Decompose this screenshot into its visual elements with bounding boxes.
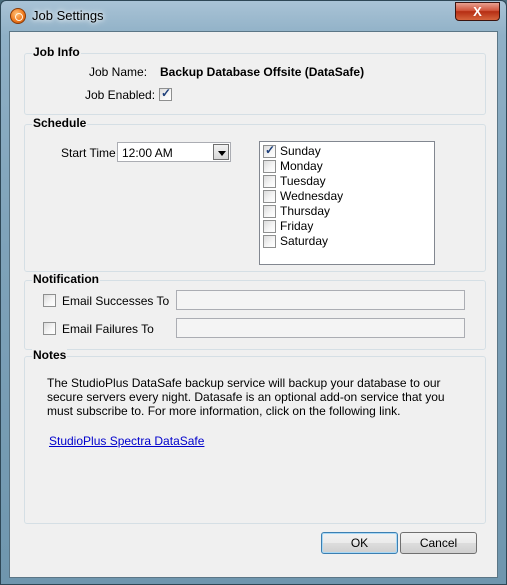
email-successes-label: Email Successes To	[62, 294, 170, 308]
notes-title: Notes	[32, 348, 68, 362]
day-label-saturday: Saturday	[280, 234, 329, 248]
day-item-saturday[interactable]: Saturday	[263, 234, 431, 249]
email-successes-checkbox[interactable]	[43, 294, 56, 307]
day-item-thursday[interactable]: Thursday	[263, 204, 431, 219]
job-info-title: Job Info	[32, 45, 81, 59]
day-label-friday: Friday	[280, 219, 314, 233]
day-label-sunday: Sunday	[280, 144, 321, 158]
email-failures-field[interactable]	[176, 318, 465, 338]
job-name-label: Job Name:	[89, 65, 148, 79]
days-checklist[interactable]: Sunday Monday Tuesday Wednesday Thursday	[259, 141, 435, 265]
job-name-value: Backup Database Offsite (DataSafe)	[160, 65, 365, 79]
notes-line-2: secure servers every night. Datasafe is …	[47, 390, 445, 404]
app-logo-icon	[10, 8, 26, 24]
notification-group: Notification Email Successes To Email Fa…	[24, 272, 486, 350]
notes-line-3: must subscribe to. For more information,…	[47, 404, 401, 418]
notes-line-1: The StudioPlus DataSafe backup service w…	[47, 376, 441, 390]
day-label-thursday: Thursday	[280, 204, 331, 218]
job-enabled-checkbox[interactable]	[159, 86, 172, 101]
day-checkbox-monday[interactable]	[263, 160, 276, 173]
start-time-dropdown[interactable]: 12:00 AM	[117, 142, 231, 162]
start-time-label: Start Time	[61, 146, 116, 160]
schedule-title: Schedule	[32, 116, 88, 130]
day-checkbox-saturday[interactable]	[263, 235, 276, 248]
email-failures-label: Email Failures To	[62, 322, 154, 336]
datasafe-link[interactable]: StudioPlus Spectra DataSafe	[49, 434, 204, 448]
title-bar[interactable]: Job Settings X	[1, 1, 506, 31]
notes-group: Notes The StudioPlus DataSafe backup ser…	[24, 348, 486, 524]
job-info-frame	[24, 53, 486, 115]
notification-title: Notification	[32, 272, 100, 286]
day-label-tuesday: Tuesday	[280, 174, 326, 188]
day-checkbox-thursday[interactable]	[263, 205, 276, 218]
schedule-group: Schedule Start Time 12:00 AM Sunday Mond…	[24, 116, 486, 272]
day-checkbox-tuesday[interactable]	[263, 175, 276, 188]
ok-button[interactable]: OK	[321, 532, 398, 554]
day-checkbox-sunday[interactable]	[263, 143, 276, 158]
close-button[interactable]: X	[455, 2, 500, 21]
window-title: Job Settings	[32, 8, 104, 23]
day-item-sunday[interactable]: Sunday	[263, 143, 431, 159]
day-label-monday: Monday	[280, 159, 323, 173]
day-item-friday[interactable]: Friday	[263, 219, 431, 234]
day-checkbox-wednesday[interactable]	[263, 190, 276, 203]
start-time-value: 12:00 AM	[122, 146, 173, 160]
day-item-tuesday[interactable]: Tuesday	[263, 174, 431, 189]
job-settings-window: Job Settings X Job Info Job Name: Backup…	[0, 0, 507, 585]
day-label-wednesday: Wednesday	[280, 189, 344, 203]
day-checkbox-friday[interactable]	[263, 220, 276, 233]
chevron-down-icon[interactable]	[213, 144, 229, 160]
cancel-button[interactable]: Cancel	[400, 532, 477, 554]
dialog-client-area: Job Info Job Name: Backup Database Offsi…	[9, 31, 498, 578]
day-item-monday[interactable]: Monday	[263, 159, 431, 174]
job-info-group: Job Info Job Name: Backup Database Offsi…	[24, 45, 486, 115]
email-successes-field[interactable]	[176, 290, 465, 310]
job-enabled-label: Job Enabled:	[85, 88, 156, 102]
day-item-wednesday[interactable]: Wednesday	[263, 189, 431, 204]
email-failures-checkbox[interactable]	[43, 322, 56, 335]
